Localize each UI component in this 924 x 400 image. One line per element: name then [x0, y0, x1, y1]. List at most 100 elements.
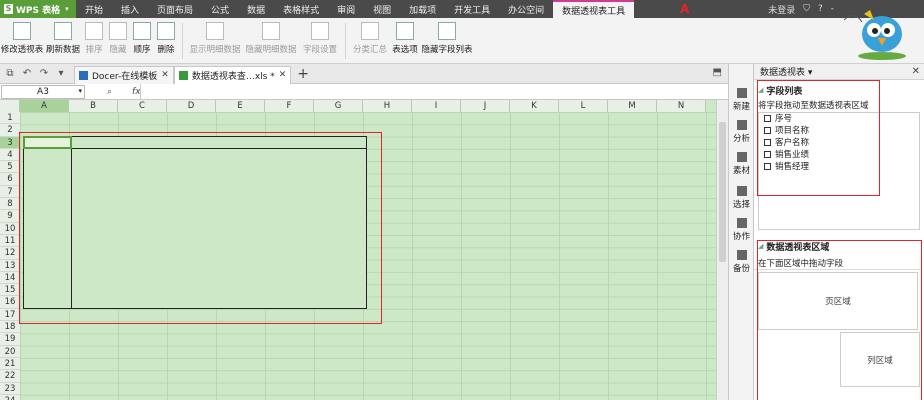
- ribbon-button-7[interactable]: 隐藏明细数据: [243, 18, 299, 64]
- side-tool-5[interactable]: 备份: [729, 250, 754, 274]
- menu-item-5[interactable]: 表格样式: [274, 0, 328, 18]
- row-header[interactable]: 7: [0, 185, 20, 199]
- menu-item-7[interactable]: 视图: [364, 0, 400, 18]
- tab-menu-icon[interactable]: ⬒: [713, 67, 722, 78]
- side-tool-3[interactable]: 选择: [729, 186, 754, 210]
- row-header[interactable]: 20: [0, 345, 20, 358]
- menu-item-3[interactable]: 公式: [202, 0, 238, 18]
- menu-item-9[interactable]: 开发工具: [445, 0, 499, 18]
- row-header[interactable]: 24: [0, 394, 20, 400]
- column-header[interactable]: E: [216, 100, 265, 112]
- row-header[interactable]: 1: [0, 112, 20, 125]
- close-icon[interactable]: ✕: [161, 70, 169, 80]
- column-header[interactable]: M: [608, 100, 657, 112]
- side-tool-icon: [736, 250, 747, 260]
- highlight-box-pivot-areas: [757, 240, 922, 400]
- column-header[interactable]: C: [118, 100, 167, 112]
- row-header[interactable]: 9: [0, 210, 20, 223]
- login-link[interactable]: 未登录: [768, 3, 795, 16]
- row-header[interactable]: 8: [0, 198, 20, 211]
- row-header[interactable]: 11: [0, 234, 20, 248]
- ribbon-button-9[interactable]: 分类汇总: [350, 18, 390, 64]
- restore-icon[interactable]: ⧉: [3, 67, 17, 81]
- row-header[interactable]: 15: [0, 284, 20, 297]
- ribbon-button-6[interactable]: 显示明细数据: [187, 18, 243, 64]
- row-header[interactable]: 4: [0, 148, 20, 162]
- pane-header[interactable]: 数据透视表 ▾ ✕: [754, 64, 924, 80]
- row-header[interactable]: 10: [0, 222, 20, 235]
- column-header[interactable]: I: [412, 100, 461, 112]
- row-header[interactable]: 5: [0, 161, 20, 174]
- column-header[interactable]: F: [265, 100, 314, 112]
- row-header[interactable]: 12: [0, 247, 20, 260]
- close-icon[interactable]: ✕: [279, 70, 287, 80]
- spreadsheet-icon: [178, 70, 188, 80]
- vertical-scrollbar[interactable]: [716, 100, 728, 400]
- menu-item-8[interactable]: 加载项: [400, 0, 445, 18]
- dropdown-icon[interactable]: ▾: [54, 67, 68, 81]
- formula-input[interactable]: [140, 84, 725, 99]
- row-header[interactable]: 17: [0, 308, 20, 322]
- ribbon-button-3[interactable]: 隐藏: [106, 18, 130, 64]
- help-icon[interactable]: ?: [818, 4, 823, 14]
- row-header[interactable]: 16: [0, 296, 20, 309]
- row-header[interactable]: 3: [0, 136, 20, 149]
- column-header[interactable]: L: [559, 100, 608, 112]
- ribbon-button-0[interactable]: 修改透视表: [0, 18, 44, 64]
- row-header[interactable]: 18: [0, 321, 20, 334]
- skin-icon[interactable]: ⛉: [803, 4, 810, 14]
- name-box[interactable]: A3 ▾: [1, 84, 85, 99]
- side-tool-label: 新建: [732, 102, 750, 112]
- undo-icon[interactable]: ↶: [20, 67, 34, 81]
- ribbon-button-2[interactable]: 排序: [82, 18, 106, 64]
- side-tool-0[interactable]: 新建: [729, 88, 754, 112]
- row-header[interactable]: 13: [0, 259, 20, 272]
- app-menu-button[interactable]: S WPS 表格 ▾: [0, 0, 76, 18]
- row-header[interactable]: 2: [0, 124, 20, 137]
- ribbon-button-icon: [311, 22, 329, 40]
- row-header[interactable]: 19: [0, 333, 20, 346]
- ribbon-button-10[interactable]: 表选项: [390, 18, 420, 64]
- menu-item-0[interactable]: 开始: [76, 0, 112, 18]
- ribbon-button-label: 分类汇总: [352, 45, 387, 55]
- side-tool-2[interactable]: 素材: [729, 152, 754, 176]
- redo-icon[interactable]: ↷: [37, 67, 51, 81]
- row-header[interactable]: 14: [0, 271, 20, 285]
- tab-docer[interactable]: Docer-在线模板 ✕: [74, 65, 174, 84]
- font-a-icon[interactable]: A: [680, 2, 694, 16]
- ribbon-button-5[interactable]: 删除: [154, 18, 178, 64]
- tab-workbook[interactable]: 数据透视表查…xls * ✕: [173, 65, 292, 84]
- column-header[interactable]: B: [69, 100, 118, 112]
- ribbon-button-1[interactable]: 刷新数据: [44, 18, 82, 64]
- side-tool-1[interactable]: 分析: [729, 120, 754, 144]
- menu-item-1[interactable]: 插入: [112, 0, 148, 18]
- row-header[interactable]: 6: [0, 173, 20, 186]
- column-header[interactable]: K: [510, 100, 559, 112]
- new-tab-icon[interactable]: +: [297, 66, 309, 82]
- column-header[interactable]: D: [167, 100, 216, 112]
- column-header[interactable]: H: [363, 100, 412, 112]
- ribbon-button-11[interactable]: 隐藏字段列表: [420, 18, 474, 64]
- menu-item-10[interactable]: 办公空间: [499, 0, 553, 18]
- menu-item-4[interactable]: 数据: [238, 0, 274, 18]
- row-header[interactable]: 21: [0, 357, 20, 371]
- column-header[interactable]: N: [657, 100, 706, 112]
- side-tool-4[interactable]: 协作: [729, 218, 754, 242]
- select-all-corner[interactable]: [0, 100, 20, 112]
- menu-item-11[interactable]: 数据透视表工具: [553, 0, 635, 18]
- zoom-icon[interactable]: ⌕: [107, 87, 112, 97]
- column-header[interactable]: A: [20, 100, 69, 112]
- scroll-thumb[interactable]: [719, 122, 726, 262]
- ribbon-separator: [345, 23, 346, 59]
- row-header[interactable]: 23: [0, 382, 20, 395]
- close-icon[interactable]: ✕: [912, 66, 920, 77]
- menu-item-2[interactable]: 页面布局: [148, 0, 202, 18]
- ribbon-button-8[interactable]: 字段设置: [299, 18, 341, 64]
- column-header[interactable]: J: [461, 100, 510, 112]
- column-header[interactable]: G: [314, 100, 363, 112]
- document-tab-bar: ⧉ ↶ ↷ ▾ Docer-在线模板 ✕ 数据透视表查…xls * ✕ + ⬒: [0, 64, 728, 84]
- chevron-down-icon[interactable]: ▾: [78, 87, 82, 95]
- menu-item-6[interactable]: 审阅: [328, 0, 364, 18]
- ribbon-button-4[interactable]: 顺序: [130, 18, 154, 64]
- row-header[interactable]: 22: [0, 370, 20, 383]
